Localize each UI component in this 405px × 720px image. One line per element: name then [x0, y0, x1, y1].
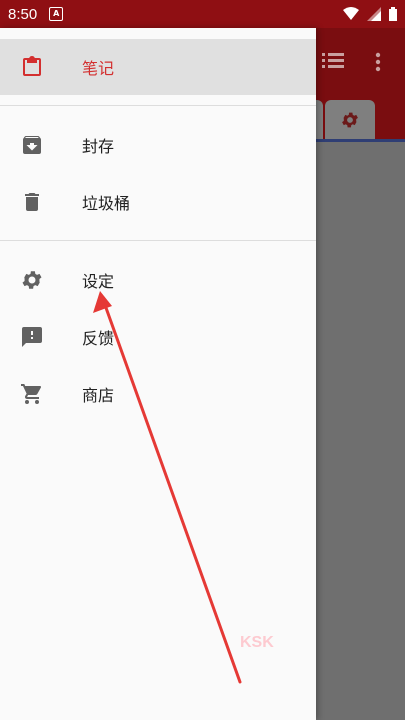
annotation-arrow	[93, 291, 242, 684]
